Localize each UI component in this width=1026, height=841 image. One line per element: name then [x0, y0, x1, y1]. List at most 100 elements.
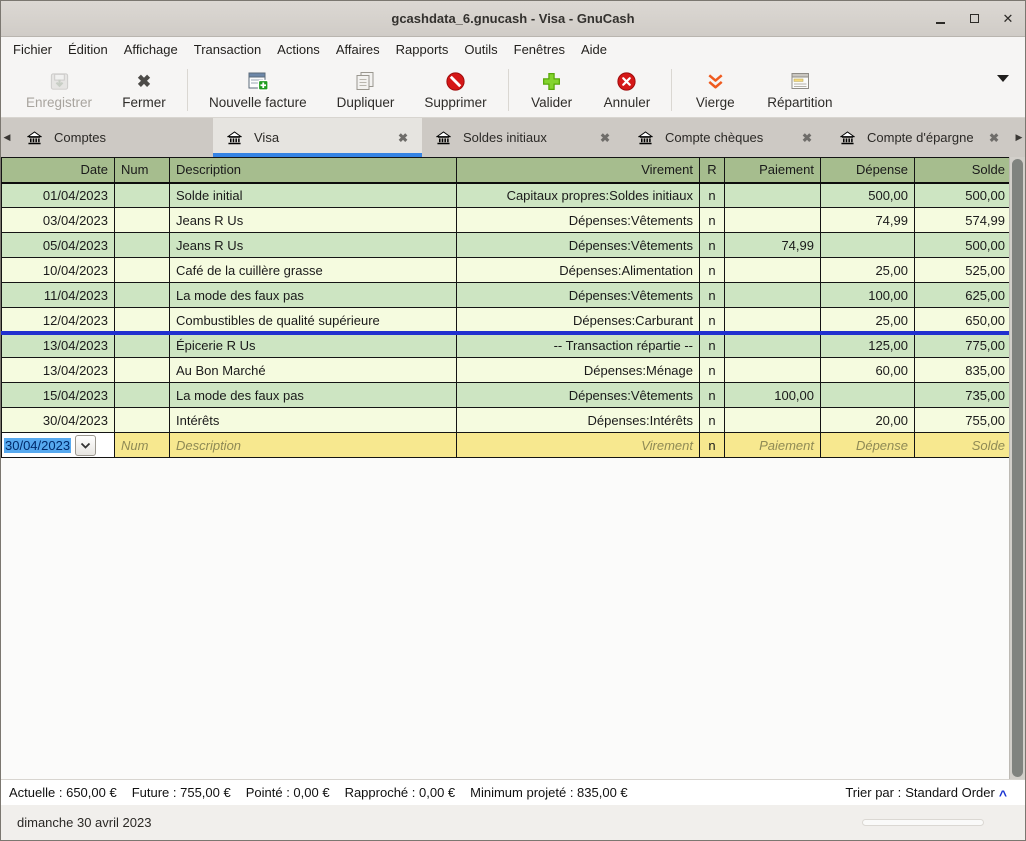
cell-description[interactable]: Au Bon Marché [170, 358, 457, 383]
nouvelle-facture-button[interactable]: Nouvelle facture [194, 66, 322, 113]
column-header-num[interactable]: Num [115, 158, 170, 183]
tab-soldes-initiaux[interactable]: Soldes initiaux✖ [422, 118, 624, 157]
cell-depense[interactable]: 100,00 [821, 283, 915, 308]
cell-date[interactable]: 13/04/2023 [2, 358, 115, 383]
menu-fenetres[interactable]: Fenêtres [506, 39, 573, 60]
cell-description[interactable]: La mode des faux pas [170, 283, 457, 308]
cell-r[interactable]: n [700, 308, 725, 333]
cell-num[interactable] [115, 183, 170, 208]
cell-num[interactable] [115, 308, 170, 333]
cell-description[interactable]: Café de la cuillère grasse [170, 258, 457, 283]
cell-solde[interactable]: 650,00 [915, 308, 1012, 333]
cell-paiement[interactable] [725, 308, 821, 333]
tab-comptes[interactable]: Comptes [13, 118, 213, 157]
cell-depense[interactable]: 500,00 [821, 183, 915, 208]
annuler-button[interactable]: Annuler [589, 66, 666, 113]
cell-num[interactable] [115, 233, 170, 258]
cell-date[interactable]: 10/04/2023 [2, 258, 115, 283]
cell-virement[interactable]: Dépenses:Alimentation [457, 258, 700, 283]
tab-scroll-right-icon[interactable]: ▶ [1013, 118, 1025, 157]
cell-paiement[interactable]: 100,00 [725, 383, 821, 408]
maximize-icon[interactable] [967, 12, 981, 26]
cell-solde[interactable]: 500,00 [915, 183, 1012, 208]
cell-depense[interactable]: 25,00 [821, 258, 915, 283]
cell-r[interactable]: n [700, 258, 725, 283]
tab-scroll-left-icon[interactable]: ◀ [1, 118, 13, 157]
column-header-date[interactable]: Date [2, 158, 115, 183]
cell-depense[interactable]: 20,00 [821, 408, 915, 433]
cell-num[interactable] [115, 283, 170, 308]
cell-depense[interactable]: 25,00 [821, 308, 915, 333]
cell-description[interactable]: La mode des faux pas [170, 383, 457, 408]
menu-aide[interactable]: Aide [573, 39, 615, 60]
menu-affaires[interactable]: Affaires [328, 39, 388, 60]
cell-r[interactable]: n [700, 408, 725, 433]
cell-r[interactable]: n [700, 358, 725, 383]
reconcile-cell[interactable]: n [700, 433, 725, 458]
tab-compte-cheques[interactable]: Compte chèques✖ [624, 118, 826, 157]
cell-paiement[interactable] [725, 358, 821, 383]
cell-date[interactable]: 03/04/2023 [2, 208, 115, 233]
cell-virement[interactable]: Dépenses:Intérêts [457, 408, 700, 433]
close-icon[interactable]: ✕ [1001, 12, 1015, 26]
menu-rapports[interactable]: Rapports [388, 39, 457, 60]
cell-paiement[interactable] [725, 258, 821, 283]
cell-date[interactable]: 13/04/2023 [2, 333, 115, 358]
cell-num[interactable] [115, 208, 170, 233]
dupliquer-button[interactable]: Dupliquer [322, 66, 410, 113]
description-input[interactable]: Description [170, 433, 457, 458]
cell-solde[interactable]: 735,00 [915, 383, 1012, 408]
cell-virement[interactable]: Dépenses:Vêtements [457, 383, 700, 408]
cell-num[interactable] [115, 358, 170, 383]
menu-actions[interactable]: Actions [269, 39, 328, 60]
cell-paiement[interactable] [725, 408, 821, 433]
cell-paiement[interactable] [725, 183, 821, 208]
cell-num[interactable] [115, 333, 170, 358]
cell-date[interactable]: 11/04/2023 [2, 283, 115, 308]
cell-description[interactable]: Jeans R Us [170, 233, 457, 258]
cell-depense[interactable]: 74,99 [821, 208, 915, 233]
cell-solde[interactable]: 625,00 [915, 283, 1012, 308]
column-header-paiement[interactable]: Paiement [725, 158, 821, 183]
cell-virement[interactable]: Dépenses:Vêtements [457, 283, 700, 308]
vierge-button[interactable]: Vierge [678, 66, 752, 113]
cell-description[interactable]: Intérêts [170, 408, 457, 433]
date-input[interactable]: 30/04/2023 [2, 433, 115, 458]
scrollbar-thumb[interactable] [1012, 159, 1023, 777]
paiement-input[interactable]: Paiement [725, 433, 821, 458]
minimize-icon[interactable] [933, 12, 947, 26]
cell-date[interactable]: 30/04/2023 [2, 408, 115, 433]
vertical-scrollbar[interactable] [1009, 157, 1025, 779]
column-header-r[interactable]: R [700, 158, 725, 183]
valider-button[interactable]: Valider [515, 66, 589, 113]
cell-solde[interactable]: 574,99 [915, 208, 1012, 233]
tab-visa[interactable]: Visa✖ [213, 118, 422, 157]
cell-num[interactable] [115, 258, 170, 283]
cell-virement[interactable]: Capitaux propres:Soldes initiaux [457, 183, 700, 208]
cell-solde[interactable]: 835,00 [915, 358, 1012, 383]
column-header-depense[interactable]: Dépense [821, 158, 915, 183]
cell-depense[interactable]: 60,00 [821, 358, 915, 383]
num-input[interactable]: Num [115, 433, 170, 458]
menu-edition[interactable]: Édition [60, 39, 116, 60]
cell-date[interactable]: 12/04/2023 [2, 308, 115, 333]
cell-solde[interactable]: 500,00 [915, 233, 1012, 258]
column-header-virement[interactable]: Virement [457, 158, 700, 183]
cell-solde[interactable]: 755,00 [915, 408, 1012, 433]
menu-affichage[interactable]: Affichage [116, 39, 186, 60]
cell-r[interactable]: n [700, 333, 725, 358]
repartition-button[interactable]: Répartition [752, 66, 847, 113]
menu-fichier[interactable]: Fichier [5, 39, 60, 60]
cell-virement[interactable]: Dépenses:Vêtements [457, 233, 700, 258]
column-header-description[interactable]: Description [170, 158, 457, 183]
cell-virement[interactable]: -- Transaction répartie -- [457, 333, 700, 358]
cell-r[interactable]: n [700, 283, 725, 308]
menu-outils[interactable]: Outils [456, 39, 505, 60]
tab-close-icon[interactable]: ✖ [600, 131, 610, 145]
cell-num[interactable] [115, 383, 170, 408]
cell-date[interactable]: 01/04/2023 [2, 183, 115, 208]
solde-cell[interactable]: Solde [915, 433, 1012, 458]
cell-solde[interactable]: 775,00 [915, 333, 1012, 358]
sort-control[interactable]: Trier par : Standard Order ^ [845, 785, 1007, 801]
cell-paiement[interactable] [725, 283, 821, 308]
